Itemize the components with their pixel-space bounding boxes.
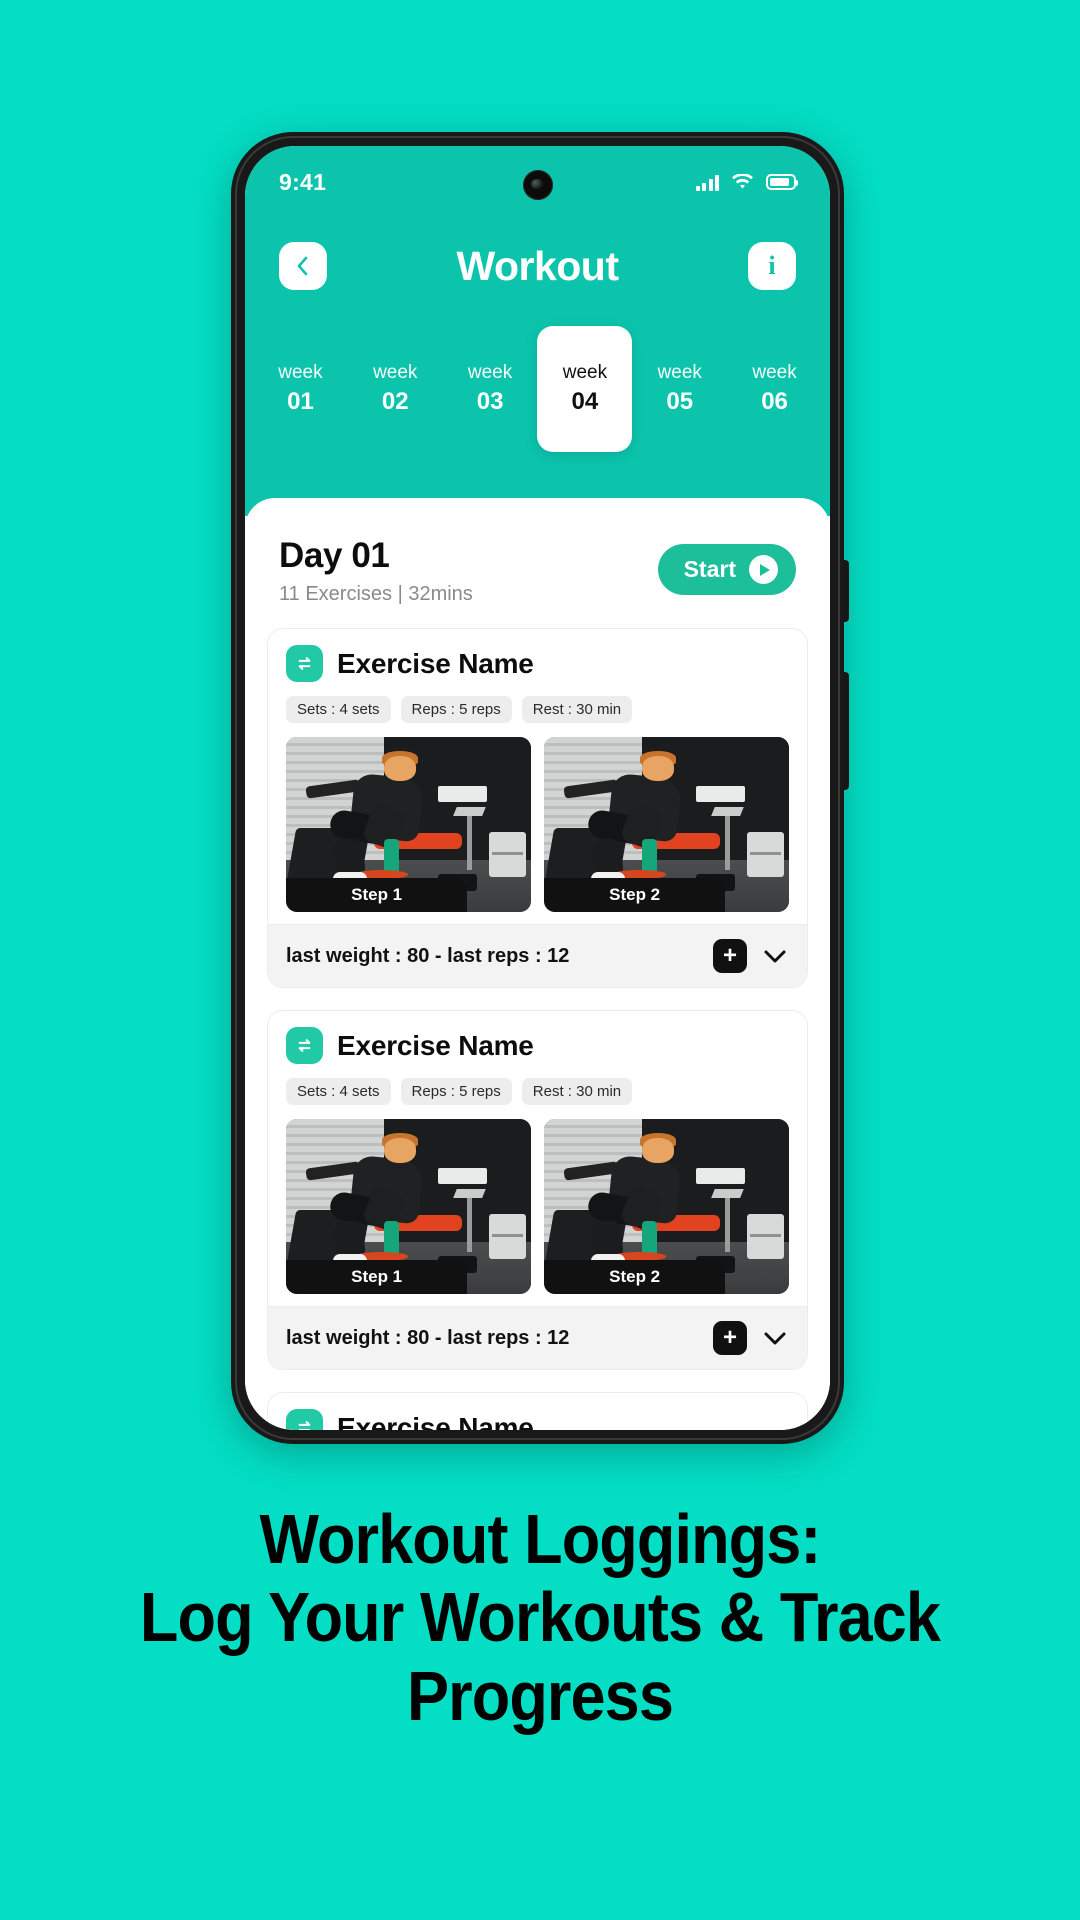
day-header: Day 01 11 Exercises | 32mins Start <box>267 498 808 606</box>
week-tab-label: week <box>278 362 323 383</box>
exercise-card-body: Exercise Name Sets : 4 sets Reps : 5 rep… <box>268 629 807 924</box>
wifi-icon <box>731 172 754 191</box>
exercise-card-body: Exercise Name <box>268 1393 807 1430</box>
exercise-header: Exercise Name <box>286 1409 789 1430</box>
exercise-steps: Step 1 Step 2 <box>286 1119 789 1294</box>
week-tab-label: week <box>752 362 797 383</box>
week-tab-04[interactable]: week 04 <box>537 326 633 453</box>
week-tab-number: 04 <box>571 387 599 415</box>
status-bar-time: 9:41 <box>279 168 327 195</box>
page-title: Workout <box>456 242 619 289</box>
exercise-card-body: Exercise Name Sets : 4 sets Reps : 5 rep… <box>268 1011 807 1306</box>
play-icon <box>749 555 778 584</box>
chevron-left-icon <box>297 256 308 276</box>
exercise-header: Exercise Name <box>286 1027 789 1064</box>
week-tab-03[interactable]: week 03 <box>443 346 538 432</box>
header-nav-row: Workout i <box>245 204 830 290</box>
week-tab-number: 02 <box>381 387 409 415</box>
battery-icon <box>766 174 798 190</box>
exercise-chips: Sets : 4 sets Reps : 5 reps Rest : 30 mi… <box>286 1078 789 1105</box>
week-tab-02[interactable]: week 02 <box>348 346 443 432</box>
chevron-down-icon <box>764 1332 786 1344</box>
exercise-header: Exercise Name <box>286 645 789 682</box>
step-thumbnail-2[interactable]: Step 2 <box>544 1119 789 1294</box>
front-camera-punch-hole <box>522 170 553 200</box>
step-label: Step 1 <box>286 1260 468 1294</box>
day-title: Day 01 <box>279 536 390 575</box>
info-icon: i <box>768 251 776 280</box>
phone-side-button-volume[interactable] <box>843 672 849 790</box>
back-button[interactable] <box>279 242 327 290</box>
phone-screen: 9:41 Workout i week 01 week 02 week 03 w… <box>245 146 830 1430</box>
week-selector[interactable]: week 01 week 02 week 03 week 04 week 05 … <box>245 326 830 453</box>
chevron-down-icon <box>764 950 786 962</box>
swap-arrows-icon <box>286 1027 323 1064</box>
promo-caption: Workout Loggings: Log Your Workouts & Tr… <box>54 1500 1026 1735</box>
expand-exercise-button[interactable] <box>761 942 789 970</box>
info-button[interactable]: i <box>748 242 796 290</box>
step-thumbnail-1[interactable]: Step 1 <box>286 1119 531 1294</box>
week-tab-number: 06 <box>761 387 788 415</box>
last-log-text: last weight : 80 - last reps : 12 <box>286 944 570 967</box>
step-thumbnail-1[interactable]: Step 1 <box>286 737 531 912</box>
add-log-button[interactable]: + <box>713 1321 747 1355</box>
exercise-card-partial[interactable]: Exercise Name <box>267 1392 808 1430</box>
expand-exercise-button[interactable] <box>761 1324 789 1352</box>
week-tab-label: week <box>562 362 608 383</box>
exercise-steps: Step 1 Step 2 <box>286 737 789 912</box>
chip-sets: Sets : 4 sets <box>286 1078 391 1105</box>
week-tab-number: 05 <box>666 387 694 415</box>
week-tab-number: 01 <box>287 387 314 415</box>
cellular-signal-icon <box>695 174 719 191</box>
week-tab-label: week <box>373 362 418 383</box>
caption-line-3: Progress <box>407 1656 674 1735</box>
swap-arrows-icon <box>286 645 323 682</box>
swap-arrows-icon <box>286 1409 323 1430</box>
add-log-button[interactable]: + <box>713 939 747 973</box>
step-label: Step 2 <box>544 878 726 912</box>
exercise-name: Exercise Name <box>337 1411 534 1431</box>
week-tab-label: week <box>657 362 702 383</box>
exercise-card[interactable]: Exercise Name Sets : 4 sets Reps : 5 rep… <box>267 628 808 988</box>
exercise-card-footer: last weight : 80 - last reps : 12 + <box>268 924 807 987</box>
step-label: Step 1 <box>286 878 468 912</box>
exercise-card-footer: last weight : 80 - last reps : 12 + <box>268 1306 807 1369</box>
exercise-name: Exercise Name <box>337 647 534 679</box>
chip-rest: Rest : 30 min <box>521 1078 633 1105</box>
week-tab-01[interactable]: week 01 <box>253 346 348 432</box>
week-tab-05[interactable]: week 05 <box>632 346 727 432</box>
last-log-text: last weight : 80 - last reps : 12 <box>286 1326 570 1349</box>
chip-sets: Sets : 4 sets <box>286 696 391 723</box>
app-header: 9:41 Workout i week 01 week 02 week 03 w… <box>245 146 830 516</box>
step-label: Step 2 <box>544 1260 726 1294</box>
exercise-name: Exercise Name <box>337 1029 534 1061</box>
phone-side-button-power[interactable] <box>843 560 849 622</box>
week-tab-number: 03 <box>476 387 504 415</box>
exercise-chips: Sets : 4 sets Reps : 5 reps Rest : 30 mi… <box>286 696 789 723</box>
chip-reps: Reps : 5 reps <box>400 1078 512 1105</box>
phone-mockup: 9:41 Workout i week 01 week 02 week 03 w… <box>231 132 849 1444</box>
start-button-label: Start <box>683 556 736 582</box>
day-subtitle: 11 Exercises | 32mins <box>279 583 473 605</box>
status-bar-indicators <box>695 172 798 191</box>
week-tab-label: week <box>467 362 513 383</box>
exercise-card[interactable]: Exercise Name Sets : 4 sets Reps : 5 rep… <box>267 1010 808 1370</box>
caption-line-1: Workout Loggings: <box>259 1500 822 1578</box>
workout-sheet: Day 01 11 Exercises | 32mins Start Exerc… <box>245 498 830 1430</box>
week-tab-06[interactable]: week 06 <box>727 346 822 432</box>
step-thumbnail-2[interactable]: Step 2 <box>544 737 789 912</box>
start-workout-button[interactable]: Start <box>657 544 796 595</box>
caption-line-2: Log Your Workouts & Track <box>139 1578 941 1657</box>
chip-rest: Rest : 30 min <box>521 696 633 723</box>
chip-reps: Reps : 5 reps <box>400 696 512 723</box>
